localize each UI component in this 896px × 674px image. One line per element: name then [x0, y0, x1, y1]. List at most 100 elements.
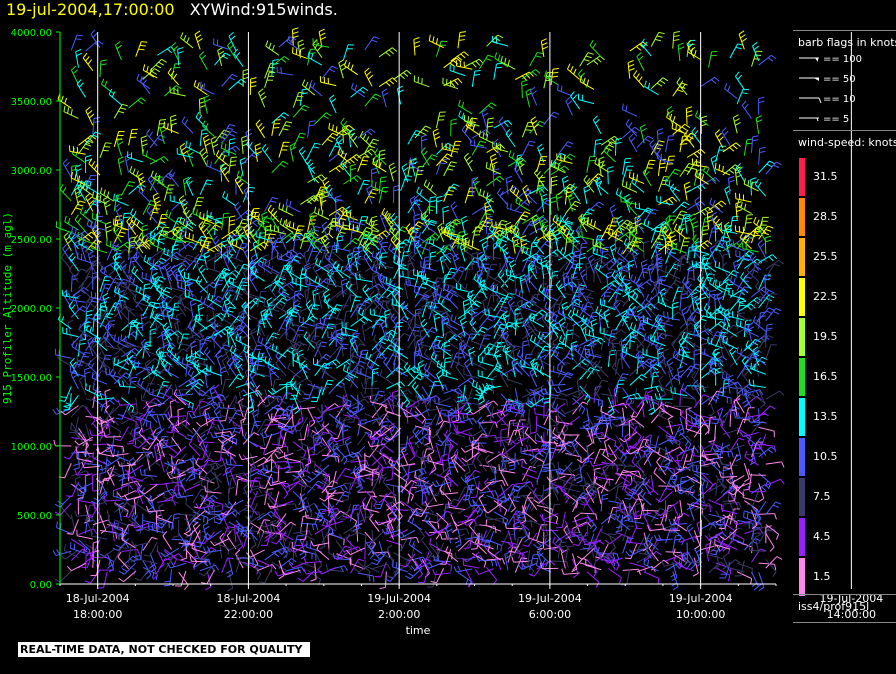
wind-barb-feather [231, 477, 238, 479]
wind-barb-staff [225, 404, 230, 421]
wind-barb-feather [68, 252, 74, 259]
wind-barb-feather [74, 173, 77, 180]
wind-barb-feather [358, 451, 363, 458]
wind-barb-feather [318, 260, 322, 267]
wind-barb-feather [201, 488, 208, 492]
wind-barb-feather [75, 207, 82, 210]
wind-barb-feather [270, 541, 277, 545]
wind-barb-feather [347, 62, 351, 69]
wind-barb-feather [75, 38, 82, 41]
wind-barb-staff [343, 482, 360, 484]
wind-barb-staff [117, 159, 122, 176]
wind-barb-feather [122, 380, 125, 387]
wind-barb-feather [114, 420, 119, 426]
wind-barb-staff [157, 355, 172, 366]
wind-barb-staff [330, 250, 344, 262]
wind-barb-feather [224, 143, 227, 150]
wind-barb-feather [302, 397, 309, 400]
wind-barb-feather [123, 515, 130, 518]
wind-barb-feather [224, 52, 231, 57]
wind-barb-feather [321, 174, 327, 180]
wind-barb-feather [199, 398, 206, 401]
wind-barb-staff [364, 93, 376, 107]
wind-barb-feather [105, 525, 111, 529]
wind-barb-staff [357, 431, 368, 446]
wind-barb-feather [267, 413, 271, 420]
wind-barb-feather [235, 51, 241, 58]
wind-barb-feather [227, 587, 233, 592]
wind-barb-feather [344, 205, 351, 210]
wind-barb-feather [287, 362, 291, 369]
wind-barb-feather [220, 142, 223, 149]
wind-barb-staff [285, 319, 288, 336]
wind-barb-feather [99, 472, 106, 475]
wind-barb-staff [121, 548, 138, 553]
wind-barb-feather [194, 254, 200, 259]
wind-barb-feather [364, 179, 371, 182]
wind-barb-feather [304, 81, 309, 88]
wind-barb-staff [294, 385, 308, 396]
wind-barb-feather [134, 362, 141, 365]
wind-barb-feather [181, 485, 186, 491]
wind-barb-feather [140, 380, 144, 387]
wind-barb-feather [138, 48, 145, 51]
wind-barb-feather [300, 149, 306, 156]
wind-barb-feather [204, 485, 207, 492]
wind-barb-staff [220, 368, 223, 385]
wind-barb-feather [288, 220, 291, 227]
wind-barb-feather [200, 255, 207, 258]
wind-barb-staff [85, 407, 96, 421]
wind-barb-feather [336, 328, 343, 332]
wind-barb-staff [228, 394, 237, 410]
wind-barb-feather [177, 50, 184, 54]
wind-barb-feather [207, 293, 211, 300]
wind-barb-feather [165, 438, 169, 445]
wind-barb-feather [285, 219, 288, 226]
wind-barb-feather [304, 155, 309, 162]
wind-barb-staff [171, 538, 188, 541]
wind-barb-feather [274, 274, 278, 281]
wind-barb-feather [245, 378, 249, 384]
wind-barb-feather [349, 211, 352, 218]
wind-barb-feather [272, 480, 279, 484]
wind-barb-feather [67, 319, 74, 324]
wind-barb-feather [99, 468, 107, 471]
wind-barb-feather [140, 180, 146, 185]
wind-barb-feather [185, 209, 190, 216]
wind-barb-feather [374, 182, 377, 189]
wind-barb-feather [187, 434, 194, 438]
wind-barb-staff [68, 269, 79, 283]
wind-barb-feather [54, 503, 61, 508]
wind-barb-feather [117, 359, 119, 366]
wind-barb-feather [329, 94, 335, 100]
wind-barb-feather [312, 82, 316, 89]
wind-barb-staff [316, 444, 330, 456]
wind-barb-staff [327, 569, 344, 572]
wind-barb-feather [286, 381, 293, 384]
wind-barb-feather [203, 526, 210, 530]
wind-barb-feather [315, 524, 319, 531]
wind-barb-feather [179, 292, 185, 297]
wind-barb-feather [240, 222, 247, 225]
wind-barb-feather [222, 191, 226, 198]
wind-barb-feather [203, 251, 210, 255]
wind-barb-feather [196, 82, 200, 89]
wind-barb-feather [109, 320, 116, 322]
wind-barb-feather [373, 334, 377, 341]
wind-barb-feather [116, 195, 119, 202]
wind-barb-staff [127, 475, 144, 482]
wind-barb-feather [63, 232, 69, 237]
wind-barb-staff [109, 403, 122, 416]
wind-barb-feather [301, 79, 306, 86]
wind-barb-feather [267, 502, 271, 509]
wind-barb-feather [362, 284, 367, 290]
wind-barb-feather [84, 371, 91, 375]
wind-barb-feather [303, 104, 310, 109]
wind-barb-feather [259, 243, 266, 249]
wind-barb-feather [346, 366, 349, 373]
wind-barb-feather [172, 45, 179, 51]
wind-barb-feather [217, 438, 223, 444]
wind-barb-feather [230, 160, 237, 163]
wind-barb-feather [282, 160, 289, 165]
wind-barb-feather [229, 223, 236, 226]
